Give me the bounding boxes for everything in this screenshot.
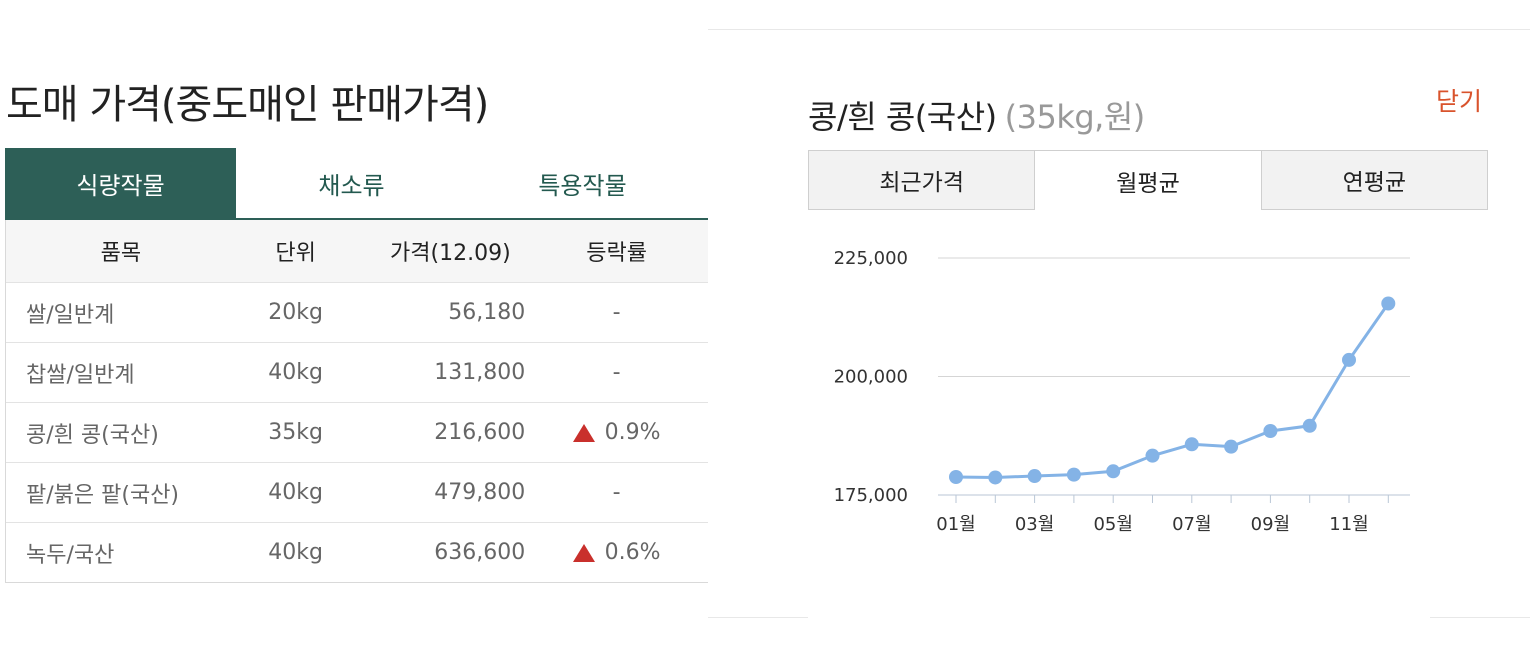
close-button[interactable]: 닫기: [1436, 82, 1482, 118]
category-tabs: 식량작물 채소류 특용작물: [5, 148, 708, 220]
data-point: [1381, 296, 1396, 311]
tab-yearly-average[interactable]: 연평균: [1260, 150, 1488, 210]
table-row[interactable]: 찹쌀/일반계 40kg 131,800 -: [6, 342, 708, 402]
tab-special-crops[interactable]: 특용작물: [467, 148, 698, 218]
row-unit: 20kg: [268, 300, 323, 325]
row-change: 0.6%: [525, 540, 708, 565]
x-tick-label: 09월: [1251, 514, 1290, 535]
x-tick-label: 07월: [1172, 514, 1211, 535]
row-item[interactable]: 콩/흰 콩(국산): [6, 417, 236, 449]
data-point: [988, 470, 1003, 485]
table-header: 품목 단위 가격(12.09) 등락률: [6, 220, 708, 282]
row-item[interactable]: 쌀/일반계: [6, 297, 236, 329]
data-point: [1342, 352, 1356, 367]
tab-recent-price[interactable]: 최근가격: [808, 150, 1036, 210]
data-point: [1027, 469, 1042, 484]
change-value: -: [612, 480, 621, 505]
header-price: 가격(12.09): [390, 241, 511, 266]
table-row[interactable]: 팥/붉은 팥(국산) 40kg 479,800 -: [6, 462, 708, 522]
row-price: 479,800: [434, 480, 526, 505]
data-point: [1184, 437, 1199, 452]
data-point: [1066, 467, 1081, 482]
data-point: [1263, 424, 1278, 439]
data-point: [1106, 464, 1121, 479]
row-item[interactable]: 녹두/국산: [6, 537, 236, 569]
header-item: 품목: [100, 241, 142, 266]
detail-unit: (35kg,원): [1004, 98, 1146, 136]
series-line: [955, 302, 1390, 479]
up-triangle-icon: [572, 543, 595, 562]
period-tabs: 최근가격 월평균 연평균: [808, 150, 1488, 210]
panel-divider: [708, 29, 1530, 30]
y-tick-label: 175,000: [834, 485, 908, 506]
y-tick-label: 225,000: [834, 248, 908, 269]
change-value: 0.6%: [604, 540, 661, 565]
x-tick-label: 05월: [1093, 514, 1132, 535]
detail-item-name: 콩/흰 콩(국산): [808, 98, 997, 136]
data-point: [1145, 448, 1160, 463]
change-value: 0.9%: [604, 420, 661, 445]
row-price: 216,600: [434, 420, 526, 445]
data-point: [1302, 418, 1317, 433]
row-item[interactable]: 찹쌀/일반계: [6, 357, 236, 389]
tab-monthly-average[interactable]: 월평균: [1034, 150, 1262, 210]
page-title: 도매 가격(중도매인 판매가격): [6, 82, 489, 128]
row-price: 131,800: [434, 360, 526, 385]
up-triangle-icon: [572, 423, 595, 442]
header-change: 등락률: [586, 241, 647, 266]
change-value: -: [612, 360, 621, 385]
row-unit: 40kg: [268, 480, 323, 505]
row-price: 56,180: [448, 300, 526, 325]
row-change: -: [525, 300, 708, 325]
table-row[interactable]: 쌀/일반계 20kg 56,180 -: [6, 282, 708, 342]
panel-divider: [1430, 617, 1530, 618]
header-unit: 단위: [275, 241, 316, 266]
x-tick-label: 03월: [1015, 514, 1054, 535]
panel-divider: [708, 617, 808, 618]
data-point: [1224, 439, 1239, 454]
price-table: 품목 단위 가격(12.09) 등락률 쌀/일반계 20kg 56,180 - …: [5, 220, 708, 583]
row-unit: 40kg: [268, 360, 323, 385]
row-unit: 35kg: [268, 420, 323, 445]
row-unit: 40kg: [268, 540, 323, 565]
tab-vegetables[interactable]: 채소류: [236, 148, 467, 218]
detail-title: 콩/흰 콩(국산) (35kg,원): [808, 92, 1145, 138]
row-change: -: [525, 480, 708, 505]
y-tick-label: 200,000: [834, 367, 908, 388]
row-price: 636,600: [434, 540, 526, 565]
tab-grain[interactable]: 식량작물: [5, 148, 236, 218]
x-tick-label: 11월: [1329, 514, 1368, 535]
change-value: -: [612, 300, 621, 325]
row-change: 0.9%: [525, 420, 708, 445]
data-point: [949, 469, 963, 484]
x-tick-label: 01월: [936, 514, 975, 535]
row-item[interactable]: 팥/붉은 팥(국산): [6, 477, 236, 509]
row-change: -: [525, 360, 708, 385]
table-row[interactable]: 녹두/국산 40kg 636,600 0.6%: [6, 522, 708, 582]
table-row[interactable]: 콩/흰 콩(국산) 35kg 216,600 0.9%: [6, 402, 708, 462]
price-line-chart: 175,000 200,000 225,000 01월 03월 05월 07월 09월 11월: [834, 248, 1410, 535]
